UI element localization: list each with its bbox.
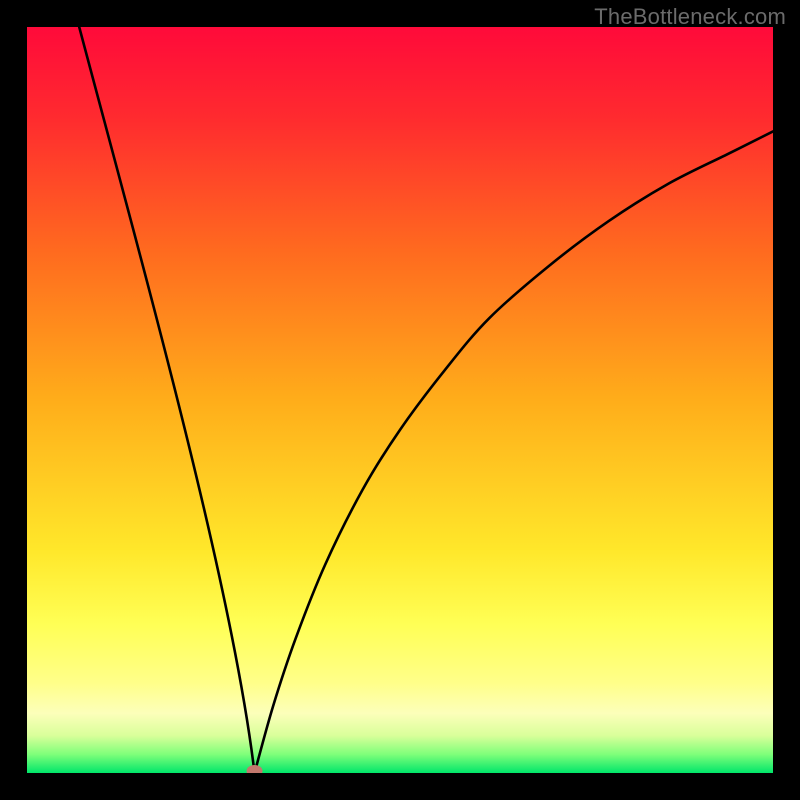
watermark-text: TheBottleneck.com	[594, 4, 786, 30]
chart-frame: TheBottleneck.com	[0, 0, 800, 800]
plot-area	[27, 27, 773, 773]
chart-svg	[27, 27, 773, 773]
gradient-background	[27, 27, 773, 773]
